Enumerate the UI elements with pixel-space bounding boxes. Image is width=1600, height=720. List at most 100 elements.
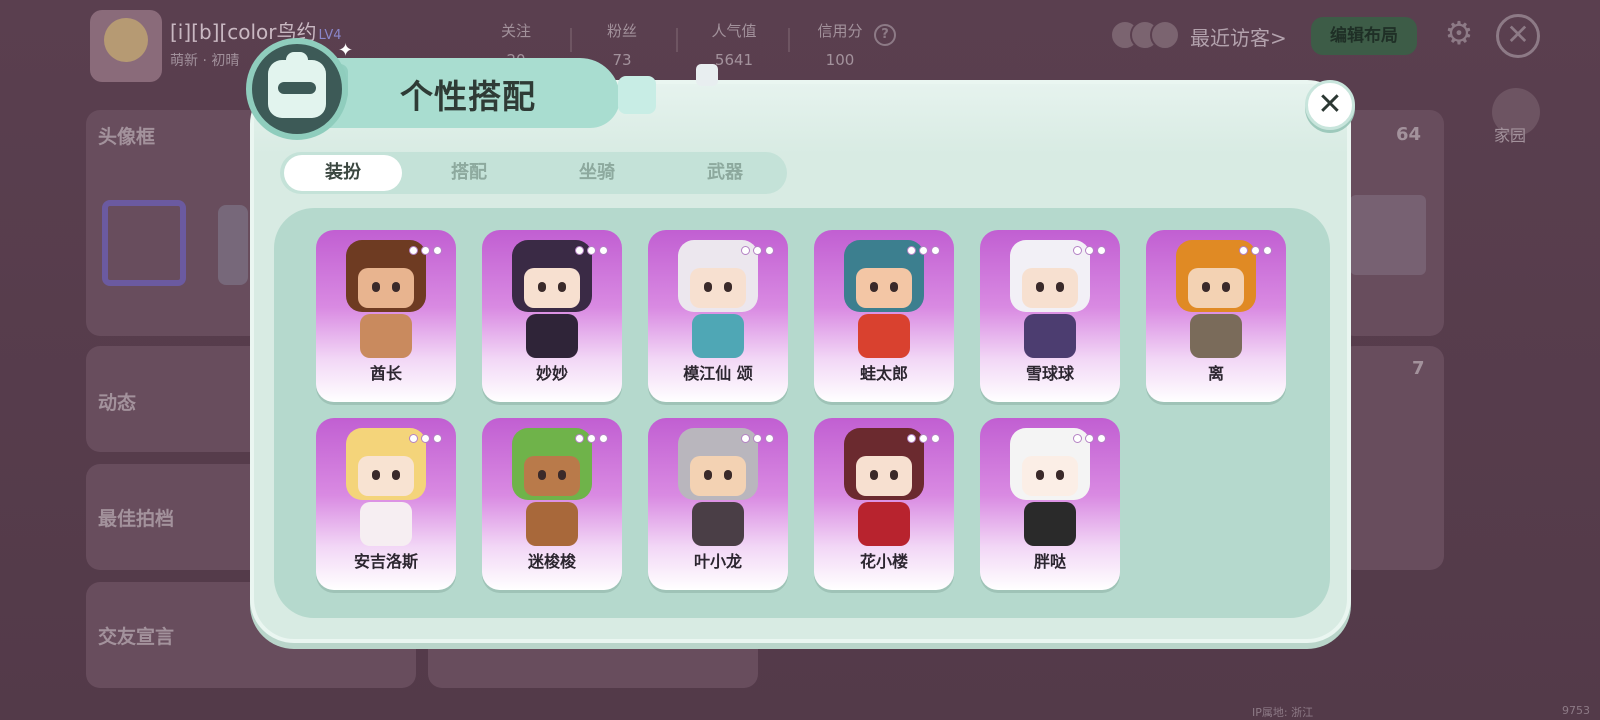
dot (1085, 246, 1094, 255)
character-card[interactable]: 叶小龙 (648, 418, 788, 590)
visitor-avatars[interactable] (1110, 20, 1180, 50)
character-body (526, 502, 578, 546)
character-card[interactable]: 胖哒 (980, 418, 1120, 590)
character-face (1022, 268, 1078, 308)
avatar-frame-thumb (102, 200, 186, 286)
dot (907, 246, 916, 255)
more-options-icon[interactable] (409, 434, 442, 443)
character-card[interactable]: 迷梭梭 (482, 418, 622, 590)
character-card[interactable]: 蛙太郎 (814, 230, 954, 402)
more-options-icon[interactable] (1073, 246, 1106, 255)
character-face (1188, 268, 1244, 308)
more-options-icon[interactable] (907, 246, 940, 255)
character-eye (1036, 282, 1044, 292)
character-name: 叶小龙 (693, 552, 742, 571)
character-eye (1222, 282, 1230, 292)
character-body (858, 502, 910, 546)
character-card[interactable]: 花小楼 (814, 418, 954, 590)
dot (409, 246, 418, 255)
tab-outfit[interactable]: 搭配 (410, 155, 528, 191)
more-options-icon[interactable] (575, 246, 608, 255)
character-figure (674, 428, 762, 548)
card-title: 最佳拍档 (98, 508, 175, 530)
more-options-icon[interactable] (741, 246, 774, 255)
character-figure (840, 428, 928, 548)
stat-popularity[interactable]: 人气值 5641 (694, 20, 774, 69)
character-card[interactable]: 模江仙 颂 (648, 230, 788, 402)
more-options-icon[interactable] (741, 434, 774, 443)
outfit-thumb (1350, 195, 1426, 275)
dot (433, 246, 442, 255)
ip-location: IP属地: 浙江 (1252, 706, 1314, 719)
character-eye (724, 282, 732, 292)
character-eye (558, 470, 566, 480)
character-body (360, 314, 412, 358)
more-options-icon[interactable] (1073, 434, 1106, 443)
recent-visitors-link[interactable]: 最近访客> (1190, 22, 1287, 51)
character-figure (508, 240, 596, 360)
avatar[interactable] (90, 10, 162, 82)
character-card[interactable]: 安吉洛斯 (316, 418, 456, 590)
edit-layout-button[interactable]: 编辑布局 (1311, 17, 1417, 55)
character-name: 迷梭梭 (527, 552, 576, 571)
character-card[interactable]: 离 (1146, 230, 1286, 402)
close-icon[interactable]: ✕ (1496, 14, 1540, 58)
character-eye (890, 282, 898, 292)
right-card-bottom[interactable] (1340, 346, 1444, 570)
character-face (524, 456, 580, 496)
character-body (692, 314, 744, 358)
gear-icon[interactable]: ⚙ (1442, 16, 1476, 50)
character-figure (674, 240, 762, 360)
dot (587, 246, 596, 255)
tab-costume[interactable]: 装扮 (284, 155, 402, 191)
more-options-icon[interactable] (907, 434, 940, 443)
more-options-icon[interactable] (409, 246, 442, 255)
character-eye (1056, 470, 1064, 480)
more-options-icon[interactable] (1239, 246, 1272, 255)
tab-weapon[interactable]: 武器 (666, 155, 784, 191)
item-count: 64 (1396, 124, 1422, 145)
mask-icon (268, 52, 326, 118)
dot (907, 434, 916, 443)
character-eye (724, 470, 732, 480)
character-card[interactable]: 雪球球 (980, 230, 1120, 402)
character-face (690, 268, 746, 308)
dot (753, 246, 762, 255)
tab-mount[interactable]: 坐骑 (538, 155, 656, 191)
divider (676, 28, 678, 52)
character-eye (1036, 470, 1044, 480)
dot (575, 246, 584, 255)
stat-label: 信用分 (817, 22, 863, 40)
character-body (360, 502, 412, 546)
help-icon[interactable]: ? (874, 24, 896, 46)
dot (1073, 434, 1082, 443)
character-body (1190, 314, 1242, 358)
modal-title: 个性搭配 (400, 77, 536, 116)
dot (765, 434, 774, 443)
dot (931, 246, 940, 255)
character-name: 蛙太郎 (859, 364, 908, 383)
dot (741, 434, 750, 443)
character-face (1022, 456, 1078, 496)
dot (741, 246, 750, 255)
more-options-icon[interactable] (575, 434, 608, 443)
stat-credit[interactable]: 信用分 100 (800, 20, 880, 69)
character-eye (372, 282, 380, 292)
character-eye (870, 470, 878, 480)
character-body (692, 502, 744, 546)
character-card[interactable]: 酋长 (316, 230, 456, 402)
character-eye (558, 282, 566, 292)
character-figure (1006, 240, 1094, 360)
footer-number: 9753 (1562, 704, 1590, 717)
character-body (526, 314, 578, 358)
character-figure (1172, 240, 1260, 360)
card-title: 交友宣言 (98, 626, 175, 648)
character-name: 安吉洛斯 (353, 552, 418, 571)
dot (409, 434, 418, 443)
card-title: 动态 (98, 392, 137, 414)
close-button[interactable]: ✕ (1305, 80, 1355, 130)
dot (1097, 434, 1106, 443)
character-body (1024, 502, 1076, 546)
character-card[interactable]: 妙妙 (482, 230, 622, 402)
outfit-badge-icon (246, 38, 348, 140)
